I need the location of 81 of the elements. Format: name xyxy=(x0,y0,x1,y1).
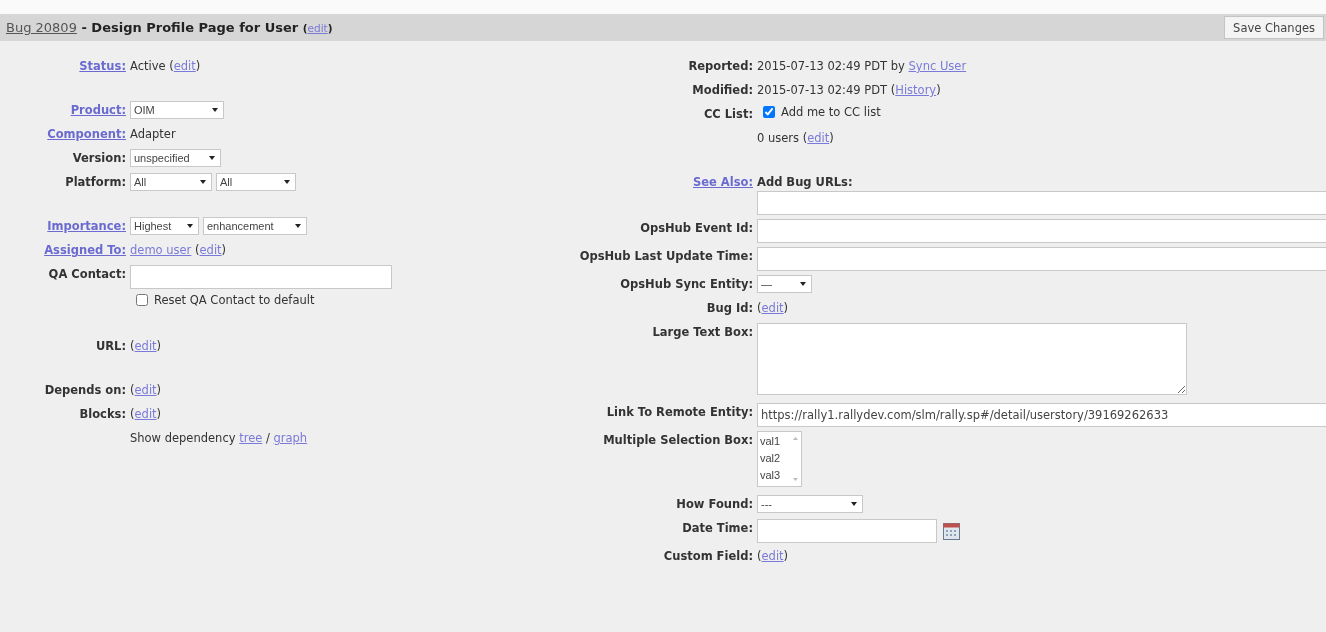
dropdown[interactable]: enhancement xyxy=(203,217,307,235)
field-label: Large Text Box: xyxy=(652,325,753,339)
link[interactable]: Sync User xyxy=(908,59,967,73)
dropdown[interactable]: Highest xyxy=(130,217,199,235)
field-value: (edit) xyxy=(130,406,162,421)
field-label: OpsHub Event Id: xyxy=(640,221,753,235)
field-label: How Found: xyxy=(676,497,753,511)
dropdown[interactable]: — xyxy=(757,275,812,293)
link[interactable]: edit xyxy=(134,339,157,353)
field-heading: Add Bug URLs: xyxy=(757,174,854,191)
link[interactable]: edit xyxy=(134,407,157,421)
field-label-link[interactable]: Status: xyxy=(79,59,126,73)
field-value: demo user (edit) xyxy=(130,242,227,257)
field-value: Adapter xyxy=(130,126,176,141)
dropdown[interactable]: All xyxy=(130,173,212,191)
link[interactable]: tree xyxy=(239,431,263,445)
field-label: Depends on: xyxy=(44,383,126,397)
checkbox[interactable] xyxy=(763,106,775,118)
link[interactable]: edit xyxy=(199,243,222,257)
link[interactable]: edit xyxy=(761,301,784,315)
field-label: Date Time: xyxy=(682,521,753,535)
link[interactable]: edit xyxy=(807,131,830,145)
save-changes-button[interactable]: Save Changes xyxy=(1224,16,1324,39)
page-title: Bug 20809 - Design Profile Page for User (edit) xyxy=(6,20,333,35)
field-label: Modified: xyxy=(692,83,753,97)
field-label: OpsHub Sync Entity: xyxy=(620,277,753,291)
input-field[interactable] xyxy=(130,265,392,289)
calendar-icon[interactable] xyxy=(943,522,960,540)
field-label-link[interactable]: Product: xyxy=(70,103,126,117)
field-label-link[interactable]: Component: xyxy=(47,127,126,141)
checkbox-label: Add me to CC list xyxy=(781,105,881,119)
scroll-down-icon[interactable] xyxy=(792,476,799,483)
dropdown[interactable]: All xyxy=(216,173,296,191)
link[interactable]: edit xyxy=(173,59,196,73)
input-field[interactable] xyxy=(757,247,1326,271)
text-area[interactable] xyxy=(757,323,1187,395)
field-value: (edit) xyxy=(757,548,789,563)
link[interactable]: edit xyxy=(134,383,157,397)
checkbox-label: Reset QA Contact to default xyxy=(154,293,315,307)
field-label: Blocks: xyxy=(79,407,126,421)
field-label: Bug Id: xyxy=(706,301,753,315)
field-label: Multiple Selection Box: xyxy=(603,433,753,447)
dropdown[interactable]: OIM xyxy=(130,101,224,119)
input-field[interactable] xyxy=(757,191,1326,215)
list-option[interactable]: val1 xyxy=(760,433,790,450)
field-value: 0 users (edit) xyxy=(757,130,834,145)
field-label: Reported: xyxy=(688,59,753,73)
link[interactable]: Bug 20809 xyxy=(6,20,77,35)
scroll-up-icon[interactable] xyxy=(792,435,799,442)
date-field[interactable] xyxy=(757,519,937,543)
field-value: Active (edit) xyxy=(130,58,201,73)
field-label-link[interactable]: Importance: xyxy=(47,219,126,233)
field-label: OpsHub Last Update Time: xyxy=(579,249,753,263)
link[interactable]: edit xyxy=(761,549,784,563)
field-value: (edit) xyxy=(130,382,162,397)
field-label: URL: xyxy=(95,339,126,353)
field-label: CC List: xyxy=(703,107,753,121)
field-label-link[interactable]: Assigned To: xyxy=(44,243,126,257)
dropdown[interactable]: unspecified xyxy=(130,149,221,167)
field-label: Version: xyxy=(72,151,126,165)
field-value: (edit) xyxy=(130,338,162,353)
field-label: Platform: xyxy=(65,175,126,189)
field-label: QA Contact: xyxy=(48,267,126,281)
field-label-link[interactable]: See Also: xyxy=(692,175,753,189)
list-option[interactable]: val2 xyxy=(760,450,790,467)
field-value: 2015-07-13 02:49 PDT by Sync User xyxy=(757,58,967,73)
checkbox[interactable] xyxy=(136,294,148,306)
input-field[interactable] xyxy=(757,219,1326,243)
edit-link[interactable]: edit xyxy=(307,22,328,34)
field-value: (edit) xyxy=(757,300,789,315)
link[interactable]: graph xyxy=(273,431,308,445)
link[interactable]: demo user xyxy=(130,243,192,257)
list-option[interactable]: val3 xyxy=(760,467,790,484)
field-label: Link To Remote Entity: xyxy=(606,405,753,419)
input-field[interactable]: https://rally1.rallydev.com/slm/rally.sp#/detail/userstory/39169262633 xyxy=(757,403,1326,427)
link[interactable]: History xyxy=(895,83,937,97)
list-box[interactable]: val1 val2 val3 xyxy=(757,431,802,487)
field-label: Custom Field: xyxy=(663,549,753,563)
field-value: Show dependency tree / graph xyxy=(130,430,308,445)
dropdown[interactable]: --- xyxy=(757,495,863,513)
field-value: 2015-07-13 02:49 PDT (History) xyxy=(757,82,941,97)
